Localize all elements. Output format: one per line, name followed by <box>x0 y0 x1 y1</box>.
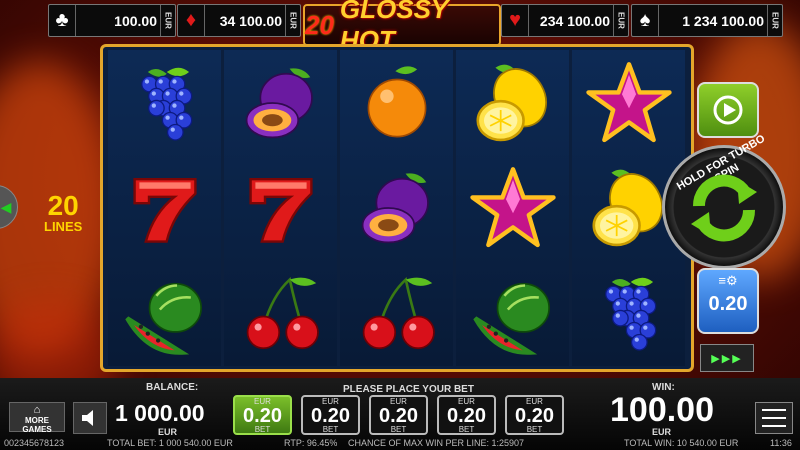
orange-symbol <box>340 50 453 155</box>
watermelon-symbol <box>456 260 569 365</box>
balance-label: BALANCE: <box>146 382 199 393</box>
lines-indicator: 20 LINES <box>44 190 83 234</box>
speaker-icon <box>82 410 93 426</box>
diamonds-icon: ♦ <box>178 5 205 36</box>
balance-currency: EUR <box>158 427 178 437</box>
jackpot-spades: ♠ 1 234 100.00 EUR <box>631 4 783 37</box>
lines-count: 20 <box>47 190 79 221</box>
plum-symbol <box>340 155 453 260</box>
bet-value: 0.20 <box>379 405 418 427</box>
bet-settings-button[interactable]: ≡⚙ 0.20 <box>697 268 759 334</box>
star-symbol <box>456 155 569 260</box>
bet-value: 0.20 <box>311 405 350 427</box>
session-id: 002345678123 <box>4 438 65 448</box>
menu-button[interactable] <box>755 402 793 434</box>
jackpot-amount: 100.00 <box>114 12 157 29</box>
bet-option-2[interactable]: EUR 0.20 BET <box>301 395 360 435</box>
home-icon: ⌂ <box>33 404 41 416</box>
win-value: 100.00 <box>610 391 714 429</box>
bet-settings-value: 0.20 <box>708 293 748 315</box>
bet-option-5[interactable]: EUR 0.20 BET <box>505 395 564 435</box>
spin-button[interactable]: HOLD FOR TURBO SPIN <box>662 133 786 269</box>
autoplay-button[interactable] <box>697 82 759 138</box>
jackpot-clubs: ♣ 100.00 EUR <box>48 4 176 37</box>
autoplay-icon <box>713 95 743 125</box>
cherries-symbol <box>340 260 453 365</box>
jackpot-diamonds: ♦ 34 100.00 EUR <box>177 4 301 37</box>
fast-forward-icon: ▶▶▶ <box>711 352 743 365</box>
star-symbol <box>572 50 685 155</box>
fast-forward-button[interactable]: ▶▶▶ <box>700 344 754 372</box>
jackpot-amount: 34 100.00 <box>219 12 282 29</box>
win-currency: EUR <box>652 427 672 437</box>
total-bet: TOTAL BET: 1 000 540.00 EUR <box>107 438 233 448</box>
hearts-icon: ♥ <box>502 5 529 36</box>
lemon-symbol <box>456 50 569 155</box>
bet-label: BET <box>322 425 339 434</box>
spin-arrows-icon <box>691 174 757 242</box>
jackpot-hearts: ♥ 234 100.00 EUR <box>501 4 629 37</box>
reel-3 <box>340 50 453 366</box>
reel-area[interactable] <box>100 44 694 372</box>
bet-value: 0.20 <box>243 405 282 427</box>
hamburger-icon <box>756 409 792 427</box>
play-back-icon: ◀ <box>0 198 12 215</box>
bet-option-3[interactable]: EUR 0.20 BET <box>369 395 428 435</box>
bet-option-1[interactable]: EUR 0.20 BET <box>233 395 292 435</box>
reel-2 <box>224 50 337 366</box>
bet-label: BET <box>458 425 475 434</box>
more-games-button[interactable]: ⌂ MORE GAMES <box>9 402 65 434</box>
reel-1 <box>108 50 221 366</box>
jackpot-currency: EUR <box>160 5 175 36</box>
seven-symbol <box>108 155 221 260</box>
jackpot-amount: 1 234 100.00 <box>682 12 764 29</box>
bet-label: BET <box>390 425 407 434</box>
total-win: TOTAL WIN: 10 540.00 EUR <box>624 438 739 448</box>
balance-value: 1 000.00 <box>115 400 205 426</box>
bet-label: BET <box>254 425 271 434</box>
bet-label: BET <box>526 425 543 434</box>
more-games-label: MORE GAMES <box>22 416 52 434</box>
grapes-symbol <box>108 50 221 155</box>
bet-value: 0.20 <box>515 405 554 427</box>
jackpot-amount: 234 100.00 <box>539 12 610 29</box>
clubs-icon: ♣ <box>49 5 76 36</box>
jackpot-currency: EUR <box>285 5 300 36</box>
jackpot-currency: EUR <box>767 5 782 36</box>
plum-symbol <box>224 50 337 155</box>
reel-4 <box>456 50 569 366</box>
spades-icon: ♠ <box>632 5 659 36</box>
gear-icon: ≡⚙ <box>718 273 738 288</box>
jackpot-currency: EUR <box>613 5 628 36</box>
lines-label: LINES <box>44 219 83 234</box>
cherries-symbol <box>224 260 337 365</box>
clock: 11:36 <box>770 438 792 448</box>
seven-symbol <box>224 155 337 260</box>
sound-button[interactable] <box>73 402 107 434</box>
bet-value: 0.20 <box>447 405 486 427</box>
max-win-chance: CHANCE OF MAX WIN PER LINE: 1:25907 <box>348 438 525 448</box>
place-bet-prompt: PLEASE PLACE YOUR BET <box>343 384 474 395</box>
rtp: RTP: 96.45% <box>284 438 338 448</box>
grapes-symbol <box>572 260 685 365</box>
watermelon-symbol <box>108 260 221 365</box>
game-logo: 20 GLOSSY HOT <box>303 0 501 55</box>
logo-number: 20 <box>305 9 334 40</box>
bet-option-4[interactable]: EUR 0.20 BET <box>437 395 496 435</box>
